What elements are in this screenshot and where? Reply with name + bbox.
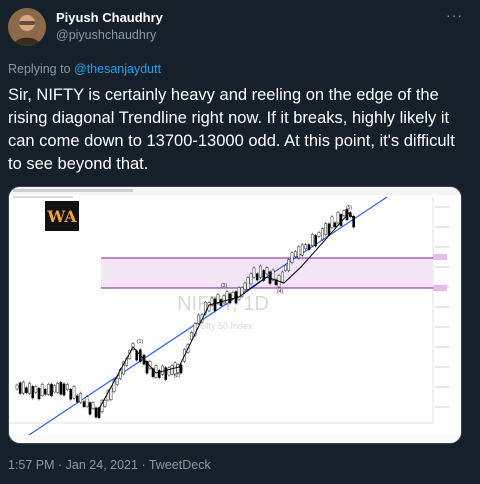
- candle-body: [311, 234, 314, 246]
- candle-body: [88, 402, 92, 415]
- author-name[interactable]: Piyush Chaudhry: [56, 10, 163, 25]
- author-handle[interactable]: @piyushchaudhry: [56, 28, 156, 42]
- replying-to-link[interactable]: @thesanjaydutt: [74, 62, 161, 76]
- tweet-meta: 1:57 PM · Jan 24, 2021 · TweetDeck: [8, 458, 211, 472]
- candle-body: [43, 389, 47, 395]
- candle-body: [56, 383, 60, 393]
- candle-body: [259, 265, 262, 278]
- candle-body: [304, 244, 307, 250]
- candle-body: [324, 223, 327, 235]
- tweet-date[interactable]: Jan 24, 2021: [66, 458, 138, 472]
- candle-body: [243, 282, 247, 290]
- candle-body: [161, 365, 164, 375]
- wave-label-5: (5): [346, 205, 352, 211]
- candle-body: [284, 265, 287, 271]
- candle-body: [34, 386, 38, 393]
- candle-body: [28, 383, 31, 394]
- candle-body: [321, 228, 324, 240]
- candle-body: [225, 291, 229, 304]
- candle-body: [25, 387, 28, 393]
- candle-body: [15, 384, 19, 390]
- wave-label-2: (2): [174, 373, 180, 379]
- candle-body: [222, 295, 226, 304]
- candle-body: [314, 235, 317, 247]
- candle-body: [53, 385, 56, 393]
- candle-body: [76, 395, 79, 403]
- candle-body: [91, 402, 95, 409]
- candle-body: [287, 259, 291, 271]
- candle-body: [280, 271, 284, 283]
- candle-body: [62, 383, 66, 396]
- candle-body: [66, 384, 69, 390]
- candle-body: [265, 267, 269, 275]
- tweet-text: Sir, NIFTY is certainly heavy and reelin…: [8, 86, 455, 173]
- candle-body: [69, 389, 72, 400]
- meta-separator-1: ·: [54, 458, 66, 472]
- candle-body: [219, 299, 223, 307]
- wave-label-4: (4): [277, 289, 283, 295]
- candle-body: [72, 386, 76, 399]
- candle-body: [170, 365, 174, 375]
- candle-body: [21, 381, 25, 394]
- candle-body: [103, 400, 107, 407]
- candle-body: [94, 407, 98, 418]
- candle-body: [297, 246, 301, 259]
- candle-body: [197, 314, 200, 324]
- candle-body: [97, 407, 101, 418]
- meta-separator-2: ·: [137, 458, 149, 472]
- candle-body: [59, 382, 63, 395]
- candle-body: [342, 210, 346, 216]
- candle-body: [333, 222, 337, 228]
- candle-body: [237, 287, 241, 300]
- candle-body: [327, 223, 331, 236]
- candle-body: [339, 214, 343, 226]
- candle-body: [85, 396, 89, 407]
- candle-body: [330, 216, 334, 228]
- tweet-media-chart[interactable]: WA NIFTY, 1D Nifty 50 Index (1) (2) (3) …: [8, 186, 462, 444]
- candle-body: [18, 382, 22, 394]
- candle-body: [167, 367, 171, 376]
- candle-body: [249, 273, 253, 285]
- candle-body: [336, 211, 340, 224]
- chart-watermark-subtitle: Nifty 50 Index: [197, 321, 253, 331]
- candle-body: [82, 401, 86, 407]
- candle-body: [255, 273, 259, 281]
- tweet-source[interactable]: TweetDeck: [149, 458, 211, 472]
- candle-body: [50, 383, 53, 396]
- candle-body: [300, 244, 304, 256]
- candle-body: [317, 232, 321, 237]
- replying-prefix: Replying to: [8, 62, 75, 76]
- replying-to-line: Replying to @thesanjaydutt: [8, 62, 161, 76]
- logo-text: WA: [46, 207, 77, 226]
- logo-image: WA: [45, 201, 79, 231]
- candle-body: [231, 291, 235, 299]
- candle-body: [109, 387, 113, 401]
- candle-body: [31, 386, 35, 399]
- candle-body: [290, 252, 294, 264]
- tweet-time[interactable]: 1:57 PM: [8, 458, 55, 472]
- more-horizontal-icon[interactable]: ···: [446, 8, 464, 24]
- wave-label-3: (3): [221, 283, 227, 289]
- candle-body: [176, 364, 180, 373]
- candle-body: [252, 267, 256, 278]
- wave-label-1: (1): [137, 339, 143, 345]
- candle-body: [294, 251, 297, 257]
- candle-body: [228, 293, 232, 304]
- candle-body: [246, 277, 250, 290]
- candle-body: [213, 298, 217, 311]
- avatar[interactable]: [8, 8, 46, 46]
- candle-body: [47, 384, 50, 395]
- candle-body: [164, 367, 168, 380]
- candle-body: [307, 244, 311, 250]
- candle-body: [40, 384, 44, 396]
- candle-body: [115, 378, 119, 385]
- candle-body: [37, 388, 41, 400]
- candle-body: [79, 393, 82, 403]
